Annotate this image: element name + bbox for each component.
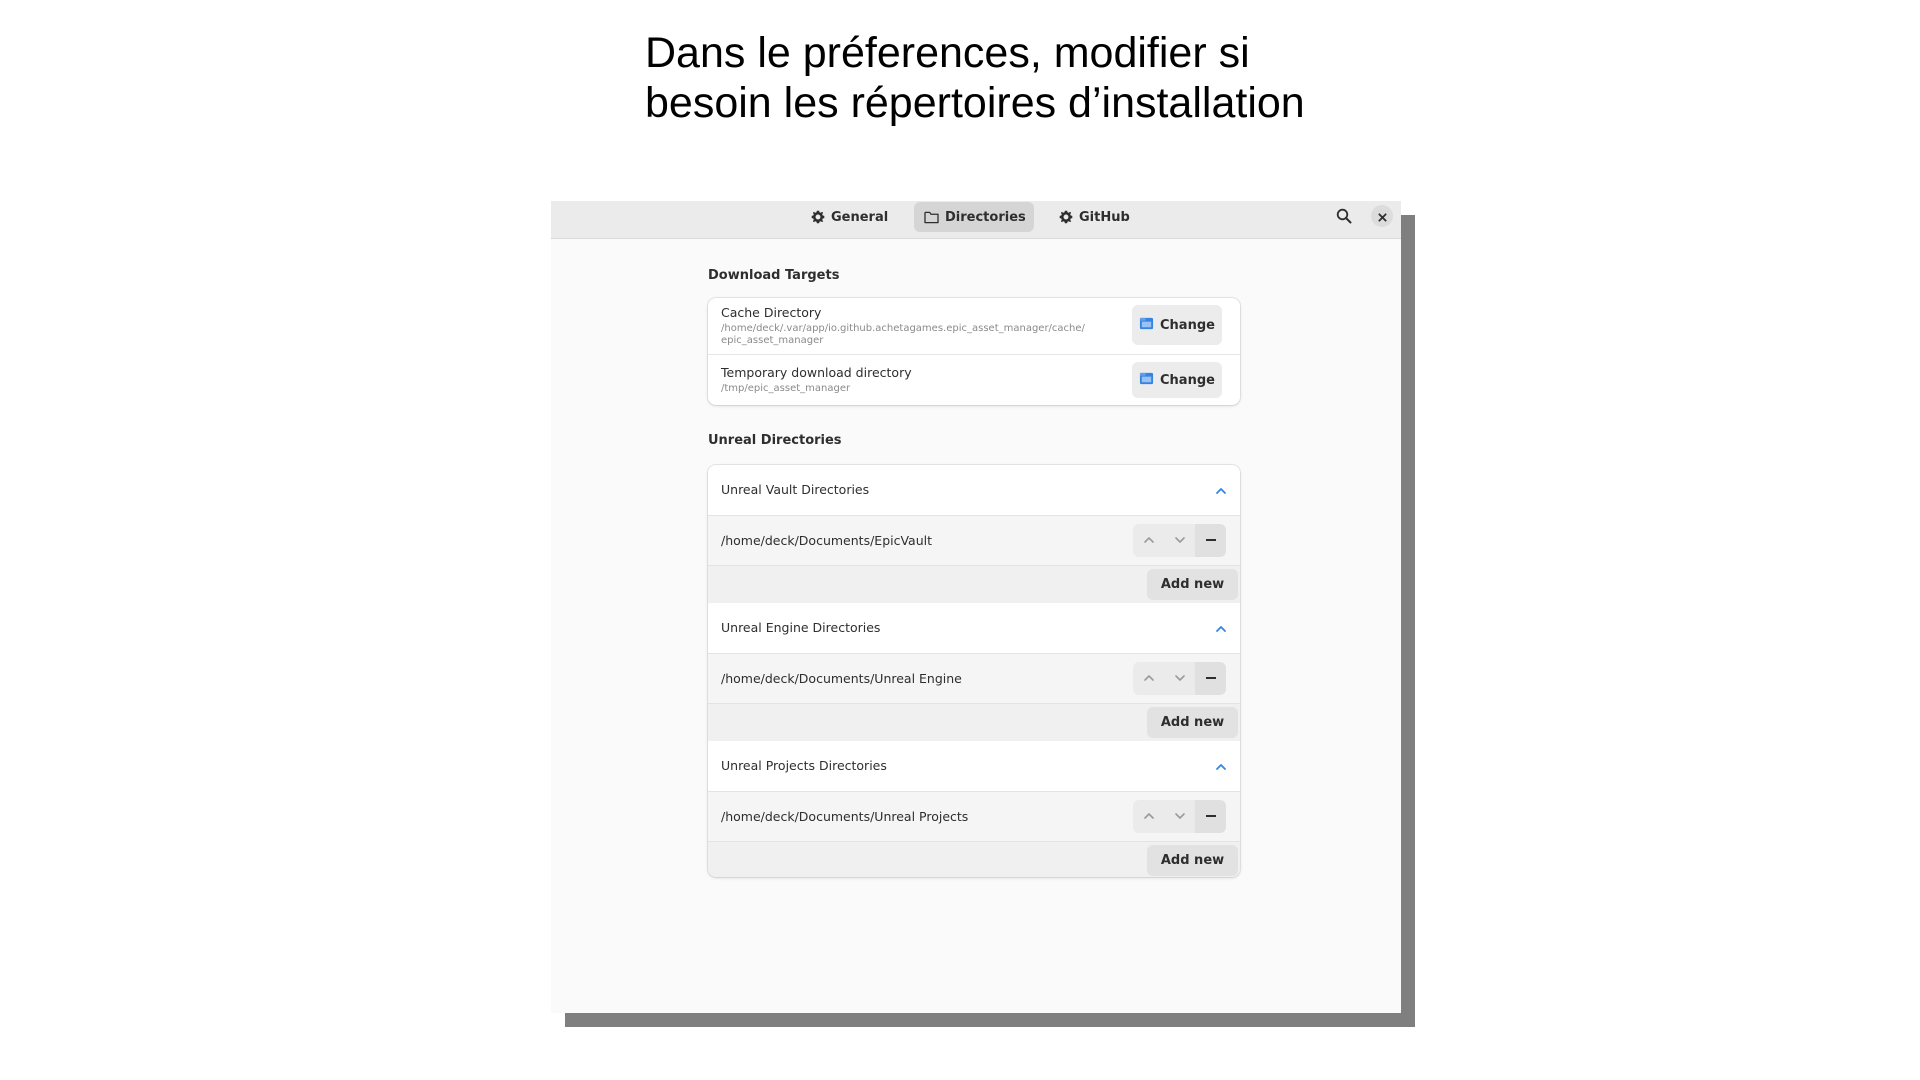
projects-directory-row: /home/deck/Documents/Unreal Projects [708, 791, 1240, 842]
temp-download-directory-title: Temporary download directory [721, 365, 912, 380]
unreal-directories-card: Unreal Vault Directories /home/deck/Docu… [708, 465, 1240, 877]
vault-add-new-button[interactable]: Add new [1147, 569, 1238, 600]
remove-button[interactable] [1195, 524, 1226, 557]
engine-add-row: Add new [708, 704, 1240, 741]
chevron-down-icon [1174, 669, 1186, 688]
vault-directory-row: /home/deck/Documents/EpicVault [708, 515, 1240, 566]
vault-directories-label: Unreal Vault Directories [721, 482, 870, 497]
slide-title: Dans le préferences, modifier si besoin … [645, 28, 1405, 128]
cache-directory-path-line-2: epic_asset_manager [721, 335, 824, 346]
remove-button[interactable] [1195, 800, 1226, 833]
close-button[interactable] [1371, 205, 1393, 227]
tab-github[interactable]: GitHub [1049, 202, 1137, 232]
gear-icon [811, 210, 825, 224]
minus-icon [1205, 807, 1217, 826]
chevron-up-icon [1143, 669, 1155, 688]
chevron-down-icon [1174, 807, 1186, 826]
temp-download-directory-path: /tmp/epic_asset_manager [721, 383, 851, 394]
chevron-up-icon [1215, 620, 1227, 639]
minus-icon [1205, 669, 1217, 688]
headerbar: General Directories GitHub [551, 201, 1401, 239]
engine-directory-row: /home/deck/Documents/Unreal Engine [708, 653, 1240, 704]
chevron-up-icon [1215, 758, 1227, 777]
projects-add-row: Add new [708, 842, 1240, 877]
search-icon [1336, 208, 1352, 228]
cache-directory-path: /home/deck/.var/app/io.github.achetagame… [721, 323, 1121, 347]
engine-directories-expander[interactable]: Unreal Engine Directories [708, 603, 1240, 653]
vault-directories-expander[interactable]: Unreal Vault Directories [708, 465, 1240, 515]
tab-directories-label: Directories [945, 209, 1026, 225]
change-temp-directory-button[interactable]: Change [1132, 362, 1222, 398]
chevron-up-icon [1143, 531, 1155, 550]
move-up-button[interactable] [1133, 800, 1164, 833]
projects-directory-path: /home/deck/Documents/Unreal Projects [721, 809, 969, 824]
temp-download-directory-row: Temporary download directory /tmp/epic_a… [708, 354, 1240, 405]
download-targets-title: Download Targets [708, 268, 840, 283]
cache-directory-path-line-1: /home/deck/.var/app/io.github.achetagame… [721, 323, 1085, 334]
tab-directories[interactable]: Directories [914, 202, 1034, 232]
tab-general[interactable]: General [801, 202, 899, 232]
remove-button[interactable] [1195, 662, 1226, 695]
chevron-up-icon [1215, 482, 1227, 501]
gear-icon [1059, 210, 1073, 224]
projects-directories-expander[interactable]: Unreal Projects Directories [708, 741, 1240, 791]
move-up-button[interactable] [1133, 662, 1164, 695]
projects-directories-label: Unreal Projects Directories [721, 758, 887, 773]
chevron-up-icon [1143, 807, 1155, 826]
move-up-button[interactable] [1133, 524, 1164, 557]
close-icon [1377, 207, 1387, 226]
cache-directory-row: Cache Directory /home/deck/.var/app/io.g… [708, 298, 1240, 354]
move-down-button[interactable] [1164, 800, 1195, 833]
move-down-button[interactable] [1164, 662, 1195, 695]
vault-add-row: Add new [708, 566, 1240, 603]
folder-open-icon [1139, 371, 1154, 390]
projects-add-new-button[interactable]: Add new [1147, 845, 1238, 876]
engine-directory-path: /home/deck/Documents/Unreal Engine [721, 671, 962, 686]
chevron-down-icon [1174, 531, 1186, 550]
change-cache-directory-label: Change [1160, 317, 1215, 333]
slide-title-line-1: Dans le préferences, modifier si [645, 29, 1250, 77]
minus-icon [1205, 531, 1217, 550]
slide-title-line-2: besoin les répertoires d’installation [645, 79, 1305, 127]
folder-open-icon [1139, 316, 1154, 335]
folder-icon [924, 211, 939, 224]
change-cache-directory-button[interactable]: Change [1132, 305, 1222, 345]
unreal-directories-title: Unreal Directories [708, 433, 842, 448]
change-temp-directory-label: Change [1160, 372, 1215, 388]
vault-directory-path: /home/deck/Documents/EpicVault [721, 533, 933, 548]
preferences-window: General Directories GitHub Download Targ… [551, 201, 1401, 1013]
tab-github-label: GitHub [1079, 209, 1130, 225]
move-down-button[interactable] [1164, 524, 1195, 557]
search-button[interactable] [1333, 207, 1355, 229]
engine-directories-label: Unreal Engine Directories [721, 620, 881, 635]
download-targets-card: Cache Directory /home/deck/.var/app/io.g… [708, 298, 1240, 405]
engine-add-new-button[interactable]: Add new [1147, 707, 1238, 738]
cache-directory-title: Cache Directory [721, 305, 822, 320]
tab-general-label: General [831, 209, 889, 225]
